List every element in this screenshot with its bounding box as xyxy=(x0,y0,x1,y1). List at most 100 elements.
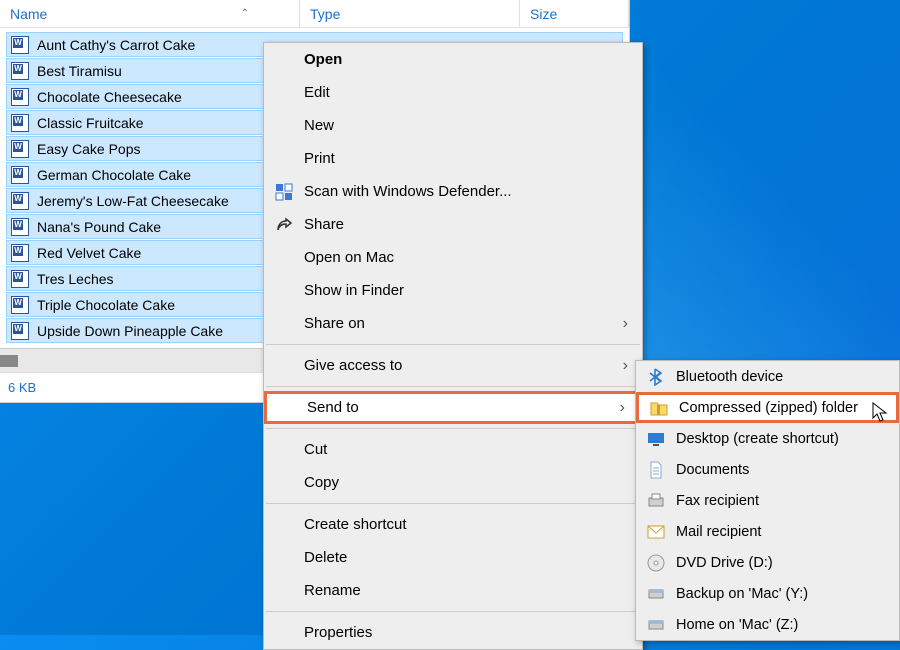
submenu-backup[interactable]: Backup on 'Mac' (Y:) xyxy=(636,578,899,609)
file-name-label: Triple Chocolate Cake xyxy=(37,297,175,313)
menu-open-mac[interactable]: Open on Mac xyxy=(264,241,642,274)
column-headers: Name ⌃ Type Size xyxy=(0,0,629,28)
submenu-bluetooth-label: Bluetooth device xyxy=(676,369,783,385)
file-name-label: Tres Leches xyxy=(37,271,114,287)
word-document-icon xyxy=(11,140,29,158)
file-name-label: Easy Cake Pops xyxy=(37,141,141,157)
submenu-documents[interactable]: Documents xyxy=(636,454,899,485)
word-document-icon xyxy=(11,244,29,262)
file-name-label: Nana's Pound Cake xyxy=(37,219,161,235)
word-document-icon xyxy=(11,296,29,314)
menu-rename[interactable]: Rename xyxy=(264,574,642,607)
word-document-icon xyxy=(11,36,29,54)
menu-print-label: Print xyxy=(304,150,335,167)
send-to-submenu: Bluetooth device Compressed (zipped) fol… xyxy=(635,360,900,641)
chevron-right-icon: › xyxy=(623,315,628,333)
submenu-desktop[interactable]: Desktop (create shortcut) xyxy=(636,423,899,454)
menu-create-shortcut-label: Create shortcut xyxy=(304,516,407,533)
menu-send-to-label: Send to xyxy=(307,399,359,416)
file-name-label: Aunt Cathy's Carrot Cake xyxy=(37,37,195,53)
documents-icon xyxy=(646,460,666,480)
menu-delete-label: Delete xyxy=(304,549,347,566)
menu-open-mac-label: Open on Mac xyxy=(304,249,394,266)
menu-separator xyxy=(266,503,640,504)
menu-give-access[interactable]: Give access to › xyxy=(264,349,642,382)
word-document-icon xyxy=(11,322,29,340)
menu-separator xyxy=(266,344,640,345)
word-document-icon xyxy=(11,166,29,184)
submenu-home[interactable]: Home on 'Mac' (Z:) xyxy=(636,609,899,640)
file-name-label: Best Tiramisu xyxy=(37,63,122,79)
menu-rename-label: Rename xyxy=(304,582,361,599)
menu-copy[interactable]: Copy xyxy=(264,466,642,499)
header-size-label: Size xyxy=(530,6,557,22)
menu-print[interactable]: Print xyxy=(264,142,642,175)
menu-scan-defender[interactable]: Scan with Windows Defender... xyxy=(264,175,642,208)
word-document-icon xyxy=(11,62,29,80)
zip-folder-icon xyxy=(649,398,669,418)
file-name-label: Chocolate Cheesecake xyxy=(37,89,182,105)
word-document-icon xyxy=(11,270,29,288)
menu-scan-label: Scan with Windows Defender... xyxy=(304,183,512,200)
submenu-desktop-label: Desktop (create shortcut) xyxy=(676,431,839,447)
submenu-bluetooth[interactable]: Bluetooth device xyxy=(636,361,899,392)
menu-open[interactable]: Open xyxy=(264,43,642,76)
file-name-label: Upside Down Pineapple Cake xyxy=(37,323,223,339)
menu-edit[interactable]: Edit xyxy=(264,76,642,109)
status-text: 6 KB xyxy=(8,380,36,395)
share-icon xyxy=(274,215,294,235)
file-name-label: Red Velvet Cake xyxy=(37,245,141,261)
submenu-compressed-folder[interactable]: Compressed (zipped) folder xyxy=(636,392,899,423)
submenu-backup-label: Backup on 'Mac' (Y:) xyxy=(676,586,808,602)
context-menu: Open Edit New Print Scan with Windows De… xyxy=(263,42,643,650)
submenu-compressed-label: Compressed (zipped) folder xyxy=(679,400,858,416)
menu-properties[interactable]: Properties xyxy=(264,616,642,649)
menu-cut[interactable]: Cut xyxy=(264,433,642,466)
header-size[interactable]: Size xyxy=(520,0,629,27)
menu-new-label: New xyxy=(304,117,334,134)
network-drive-icon xyxy=(646,584,666,604)
network-drive-icon xyxy=(646,615,666,635)
submenu-home-label: Home on 'Mac' (Z:) xyxy=(676,617,798,633)
menu-show-finder[interactable]: Show in Finder xyxy=(264,274,642,307)
menu-share[interactable]: Share xyxy=(264,208,642,241)
defender-shield-icon xyxy=(274,182,294,202)
submenu-fax[interactable]: Fax recipient xyxy=(636,485,899,516)
word-document-icon xyxy=(11,114,29,132)
menu-open-label: Open xyxy=(304,51,342,68)
desktop-icon xyxy=(646,429,666,449)
menu-properties-label: Properties xyxy=(304,624,372,641)
file-name-label: Classic Fruitcake xyxy=(37,115,144,131)
menu-new[interactable]: New xyxy=(264,109,642,142)
menu-share-on[interactable]: Share on › xyxy=(264,307,642,340)
menu-separator xyxy=(266,428,640,429)
word-document-icon xyxy=(11,218,29,236)
header-name[interactable]: Name ⌃ xyxy=(0,0,300,27)
submenu-documents-label: Documents xyxy=(676,462,749,478)
mouse-cursor-icon xyxy=(872,402,888,427)
menu-share-on-label: Share on xyxy=(304,315,365,332)
file-name-label: German Chocolate Cake xyxy=(37,167,191,183)
submenu-mail[interactable]: Mail recipient xyxy=(636,516,899,547)
menu-share-label: Share xyxy=(304,216,344,233)
fax-icon xyxy=(646,491,666,511)
menu-send-to[interactable]: Send to › xyxy=(264,391,642,424)
menu-delete[interactable]: Delete xyxy=(264,541,642,574)
header-type-label: Type xyxy=(310,6,340,22)
menu-edit-label: Edit xyxy=(304,84,330,101)
submenu-dvd[interactable]: DVD Drive (D:) xyxy=(636,547,899,578)
submenu-dvd-label: DVD Drive (D:) xyxy=(676,555,773,571)
file-name-label: Jeremy's Low-Fat Cheesecake xyxy=(37,193,229,209)
header-type[interactable]: Type xyxy=(300,0,520,27)
menu-give-access-label: Give access to xyxy=(304,357,402,374)
menu-cut-label: Cut xyxy=(304,441,327,458)
word-document-icon xyxy=(11,88,29,106)
mail-icon xyxy=(646,522,666,542)
menu-separator xyxy=(266,386,640,387)
sort-indicator-icon: ⌃ xyxy=(241,8,249,19)
chevron-right-icon: › xyxy=(623,357,628,375)
word-document-icon xyxy=(11,192,29,210)
menu-create-shortcut[interactable]: Create shortcut xyxy=(264,508,642,541)
dvd-drive-icon xyxy=(646,553,666,573)
submenu-fax-label: Fax recipient xyxy=(676,493,759,509)
